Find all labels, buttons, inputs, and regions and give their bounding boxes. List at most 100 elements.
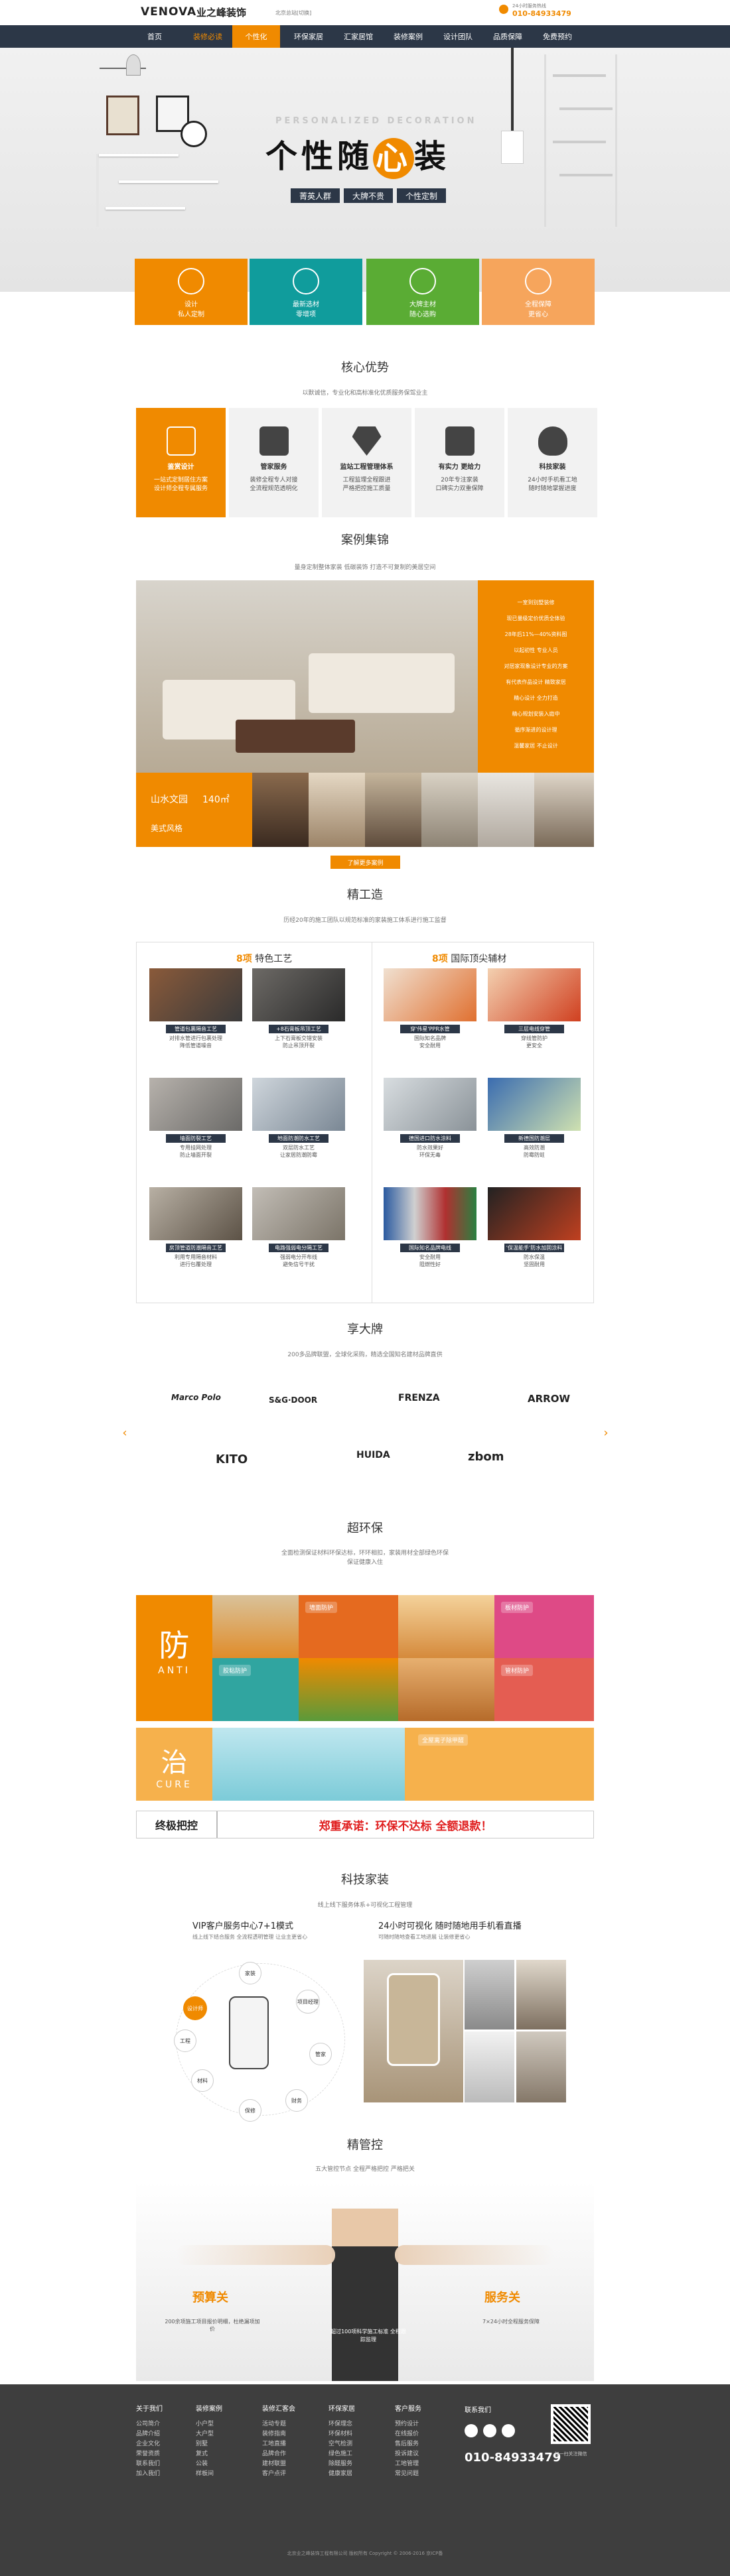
service-bubble[interactable]: 家装 [239,1962,261,1984]
eco-tag-card: 管材防护 [494,1658,594,1721]
wechat-icon[interactable] [483,2424,496,2437]
craft-photo [149,1078,242,1131]
feature-card-guarantee[interactable]: 全程保障 更省心 [482,259,595,325]
section-subtitle-control: 五大管控节点 全程严格把控 严格把关 [315,2166,415,2173]
nav-item-eco[interactable]: 环保家居 [280,25,337,48]
craft-photo [252,968,345,1021]
advantage-card[interactable]: 科技家装 24小时手机看工地 随时随地掌握进度 [508,408,597,517]
service-bubble[interactable]: 管家 [309,2043,332,2065]
brand-logo-sgdoor[interactable]: S&G·DOOR [269,1395,317,1405]
feature-card-brand[interactable]: 大牌主材 随心选购 [366,259,479,325]
chevron-left-icon[interactable]: ‹ [119,1426,130,1440]
case-thumb[interactable] [365,773,421,847]
promise-text: 郑重承诺：环保不达标 全额退款！ [319,1819,492,1833]
feature-card-design[interactable]: 设计 私人定制 [135,259,248,325]
budget-title: 预算关 [192,2291,228,2305]
brand-logo-frenza[interactable]: FRENZA [398,1393,440,1403]
lightbulb-icon [538,426,567,456]
nav-item-booking[interactable]: 免费预约 [529,25,586,48]
more-cases-button[interactable]: 了解更多案例 [330,856,400,869]
service-bubble[interactable]: 项目经理 [296,1990,320,2014]
service-bubble[interactable]: 工程 [174,2029,196,2052]
engineer-figure [332,2209,398,2381]
craft-caption: 电路强弱电分隔工艺 强弱电分开布线 避免信号干扰 [252,1244,345,1268]
brand-logo-zbom[interactable]: zbom [468,1450,504,1464]
service-bubble[interactable]: 保修 [239,2099,261,2122]
brand-logo-huida[interactable]: HUIDA [356,1450,390,1460]
copyright: 北京业之峰装饰工程有限公司 版权所有 Copyright © 2006-2016… [287,2551,443,2556]
case-info-card[interactable]: 山水文园 140㎡ 美式风格 [136,773,252,847]
nav-item-quality[interactable]: 品质保障 [479,25,536,48]
feature-label: 最新选材 零增项 [293,301,319,318]
spiral-stair-decor [544,54,617,227]
material-photo [488,1187,581,1240]
lamp-cord-decor [511,48,514,134]
brand-logo[interactable]: VENOVA [141,5,196,19]
feature-label: 设计 私人定制 [178,301,204,318]
case-thumb[interactable] [421,773,478,847]
case-feature-list: 一室到别墅装修 现已量级定价优质全体验 28年后11%—40%资料图 以起初性 专业人… [478,580,594,773]
nav-item-team[interactable]: 设计团队 [429,25,486,48]
qq-icon[interactable] [502,2424,515,2437]
shield-icon [525,268,551,294]
butler-icon [259,426,289,456]
top-bar: VENOVA 业之峰装饰 北京总站[切换] 24小时服务热线 010-84933… [0,0,730,25]
craft-caption: 墙面防裂工艺 专用挂网处理 防止墙面开裂 [149,1134,242,1159]
nav-item-cases[interactable]: 装修案例 [380,25,437,48]
nav-item-home[interactable]: 首页 [126,25,183,48]
city-switch[interactable]: 北京总站[切换] [275,9,311,17]
left-arm [176,2245,335,2265]
banner-title: 个性随心装 [265,130,450,179]
nav-item-guide[interactable]: 装修必读 [179,25,236,48]
craft-photo [252,1187,345,1240]
eco-cure-label: 治 CURE [136,1728,212,1801]
qr-label: 扫一扫关注微信 [554,2451,587,2457]
service-bubble[interactable]: 财务 [285,2089,308,2112]
service-title: 服务关 [484,2291,520,2305]
brand-logo-kito[interactable]: KITO [216,1452,248,1466]
brand-logo-marcopolo[interactable]: Marco Polo [171,1393,221,1402]
phone-icon [499,5,508,14]
footer-col: 装修汇客会 活动专题 装修指南 工地直播 品牌合作 建材联盟 客户点评 [262,2406,295,2477]
footer-contact-label: 联系我们 [465,2407,491,2414]
section-title-tech: 科技家装 [341,1873,389,1887]
material-photo [488,968,581,1021]
case-thumb[interactable] [478,773,534,847]
advantage-card[interactable]: 监站工程管理体系 工程监理全程跟进 严格把控施工质量 [322,408,411,517]
craft-photo [252,1078,345,1131]
section-subtitle-craft: 历经20年的施工团队以规范标准的家装施工体系进行施工监督 [283,917,447,924]
nav-item-personal[interactable]: 个性化 [232,25,280,48]
section-subtitle-brands: 200多品牌联盟，全球化采购，精选全国知名建材品牌直供 [287,1352,443,1358]
banner-tag: 菁英人群 [291,188,340,203]
footer: 关于我们 公司简介 品牌介绍 企业文化 荣誉资质 联系我们 加入我们 装修案例 小户型 大户… [0,2384,730,2576]
control-center-desc: 超过100项科学施工标准 全程跟踪监理 [330,2329,406,2343]
weibo-icon[interactable] [465,2424,478,2437]
material-caption: 穿'伟星'PPR水管 国际知名品牌 安全耐用 [384,1025,476,1049]
eco-pipe-photo [398,1658,494,1721]
diamond-icon [352,426,382,456]
case-thumb[interactable] [309,773,365,847]
advantage-card[interactable]: 鉴赏设计 一站式定制居住方案 设计师全程专属服务 [136,408,226,517]
service-bubble[interactable]: 材料 [191,2069,214,2092]
site-photo [516,2031,566,2102]
nav-item-hall[interactable]: 汇家居馆 [330,25,387,48]
case-main-photo[interactable] [136,580,478,773]
case-thumb[interactable] [534,773,594,847]
case-thumb[interactable] [252,773,309,847]
tech-right-title: 24小时可视化 随时随地用手机看直播 [378,1921,522,1931]
advantage-card[interactable]: 管家服务 装修全程专人对接 全流程规范透明化 [229,408,319,517]
material-photo [384,968,476,1021]
eco-cure-photo [212,1728,405,1801]
brand-logo-arrow[interactable]: ARROW [528,1393,570,1405]
service-bubble[interactable]: 设计师 [183,1996,207,2020]
craft-caption: 房顶管道防潮隔音工艺 利用专用隔音材料 进行包覆处理 [149,1244,242,1268]
chevron-right-icon[interactable]: › [601,1426,611,1440]
banner-tag: 大牌不贵 [344,188,393,203]
feature-card-material[interactable]: 最新选材 零增项 [250,259,362,325]
advantage-card[interactable]: 有实力 更给力 20年专注家装 口碑实力双重保障 [415,408,504,517]
eco-tag-card: 全屋离子除甲醛 [405,1728,594,1801]
section-title-advantages: 核心优势 [341,361,389,375]
eco-product-photo [299,1658,398,1721]
right-arm [395,2245,554,2265]
section-subtitle-eco: 全面检测保证材料环保达标，环环相扣，家装用材全部绿色环保保证健康入住 [281,1550,449,1566]
